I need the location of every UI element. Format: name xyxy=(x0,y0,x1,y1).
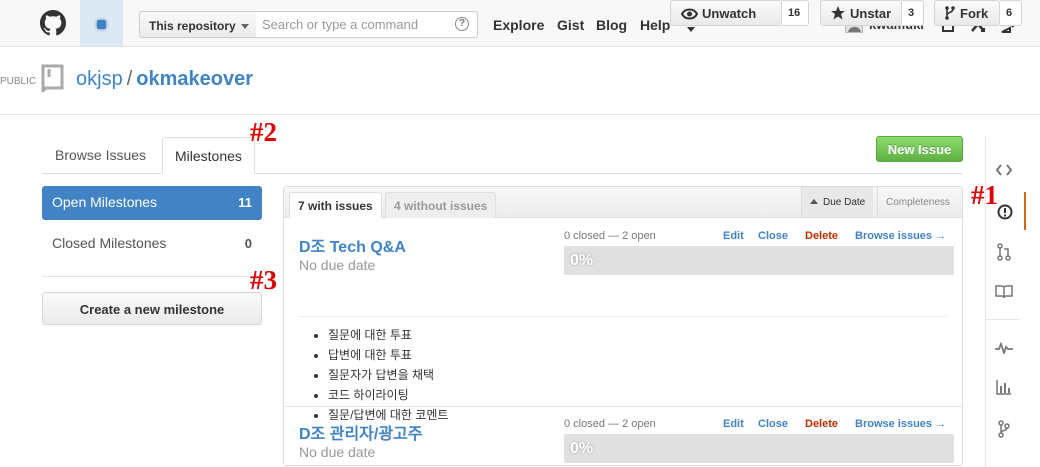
annotation-1: #1 xyxy=(971,180,998,210)
milestone-title[interactable]: D조 관리자/광고주 xyxy=(299,420,423,444)
milestone-due-date: No due date xyxy=(299,444,376,460)
milestone-item: D조 Tech Q&A No due date 0 closed — 2 ope… xyxy=(284,218,962,422)
browse-issues-link[interactable]: Browse issues → xyxy=(855,418,946,430)
fork-button[interactable]: Fork xyxy=(934,0,1000,26)
repo-title-separator: / xyxy=(126,68,133,90)
repo-title: okjsp / okmakeover xyxy=(76,68,253,91)
repo-owner-link[interactable]: okjsp xyxy=(76,68,123,90)
chevron-down-icon xyxy=(240,24,249,30)
milestones-filter-bar: 7 with issues 4 without issues Due Date … xyxy=(284,187,962,218)
star-icon xyxy=(831,6,845,20)
tab-milestones[interactable]: Milestones xyxy=(162,137,255,174)
sidebar-divider xyxy=(42,276,262,277)
description-item: 코드 하이라이팅 xyxy=(328,385,448,405)
search-scope-label: This repository xyxy=(149,19,236,33)
pulse-icon xyxy=(995,342,1013,354)
nav-blog[interactable]: Blog xyxy=(596,17,627,33)
sidebar-item-open-milestones[interactable]: Open Milestones 11 xyxy=(42,186,262,220)
edit-milestone-link[interactable]: Edit xyxy=(723,418,744,430)
milestone-stats: 0 closed — 2 open xyxy=(564,230,656,242)
issue-opened-icon xyxy=(997,204,1013,220)
edit-milestone-link[interactable]: Edit xyxy=(723,230,744,242)
close-milestone-link[interactable]: Close xyxy=(758,230,788,242)
milestone-progress-bar: 0% xyxy=(564,246,954,275)
nav-divider xyxy=(986,319,1020,320)
progress-percent: 0% xyxy=(570,252,594,269)
help-icon[interactable]: ? xyxy=(455,17,469,31)
closed-milestones-count: 0 xyxy=(244,236,252,251)
milestone-title[interactable]: D조 Tech Q&A xyxy=(299,233,406,257)
sort-due-date-label: Due Date xyxy=(823,197,866,208)
nav-explore[interactable]: Explore xyxy=(493,17,544,33)
create-milestone-button[interactable]: Create a new milestone xyxy=(42,292,262,325)
unstar-button[interactable]: Unstar xyxy=(820,0,902,26)
delete-milestone-link[interactable]: Delete xyxy=(805,230,838,242)
stars-count[interactable]: 3 xyxy=(902,0,924,26)
nav-pulse[interactable] xyxy=(986,329,1026,367)
annotation-2: #2 xyxy=(250,117,277,147)
milestone-divider xyxy=(299,316,947,317)
book-icon xyxy=(995,285,1013,299)
github-logo-icon[interactable] xyxy=(40,10,66,36)
sidebar-item-label: Closed Milestones xyxy=(52,235,167,251)
nav-network[interactable] xyxy=(986,410,1026,448)
pull-request-icon xyxy=(997,243,1011,261)
fork-icon xyxy=(945,6,955,20)
milestones-panel: 7 with issues 4 without issues Due Date … xyxy=(283,186,963,466)
close-milestone-link[interactable]: Close xyxy=(758,418,788,430)
filter-without-issues[interactable]: 4 without issues xyxy=(385,192,497,218)
progress-percent: 0% xyxy=(570,440,594,457)
new-issue-button[interactable]: New Issue xyxy=(876,136,963,162)
description-item: 답변에 대한 투표 xyxy=(328,345,448,365)
milestone-stats: 0 closed — 2 open xyxy=(564,418,656,430)
branch-icon xyxy=(998,420,1010,438)
graph-icon xyxy=(996,380,1011,395)
unwatch-label: Unwatch xyxy=(702,6,757,21)
nav-wiki[interactable] xyxy=(986,273,1026,311)
sort-completeness[interactable]: Completeness xyxy=(877,187,962,217)
repo-name-link[interactable]: okmakeover xyxy=(136,68,253,90)
fork-label: Fork xyxy=(960,6,989,21)
browse-issues-link[interactable]: Browse issues → xyxy=(855,230,946,242)
sort-up-icon xyxy=(810,199,818,204)
tab-browse-issues[interactable]: Browse Issues xyxy=(43,137,158,174)
sidebar-item-label: Open Milestones xyxy=(52,194,158,210)
notifications-button[interactable] xyxy=(80,0,123,46)
code-icon xyxy=(996,164,1012,176)
nav-pull-requests[interactable] xyxy=(986,232,1026,270)
forks-count[interactable]: 6 xyxy=(1000,0,1022,26)
description-item: 질문자가 답변을 채택 xyxy=(328,365,448,385)
open-milestones-count: 11 xyxy=(238,195,252,210)
visibility-label: PUBLIC xyxy=(0,76,37,87)
unwatch-button[interactable]: Unwatch xyxy=(670,0,782,33)
delete-milestone-link[interactable]: Delete xyxy=(805,418,838,430)
chevron-down-icon xyxy=(687,27,695,33)
nav-graphs[interactable] xyxy=(986,369,1026,407)
nav-help[interactable]: Help xyxy=(640,17,670,33)
sidebar-item-closed-milestones[interactable]: Closed Milestones 0 xyxy=(42,227,262,261)
sort-due-date[interactable]: Due Date xyxy=(801,187,874,217)
unstar-label: Unstar xyxy=(850,6,892,21)
milestone-due-date: No due date xyxy=(299,257,376,273)
eye-icon xyxy=(680,8,699,20)
unread-notification-icon xyxy=(97,20,106,29)
milestone-item: D조 관리자/광고주 No due date 0 closed — 2 open… xyxy=(284,407,962,465)
search-input[interactable] xyxy=(256,11,478,38)
nav-gist[interactable]: Gist xyxy=(557,17,584,33)
description-item: 질문에 대한 투표 xyxy=(328,325,448,345)
filter-with-issues[interactable]: 7 with issues xyxy=(289,192,382,218)
repo-icon xyxy=(41,64,64,93)
watchers-count[interactable]: 16 xyxy=(782,0,809,26)
search-scope-select[interactable]: This repository xyxy=(139,11,257,38)
